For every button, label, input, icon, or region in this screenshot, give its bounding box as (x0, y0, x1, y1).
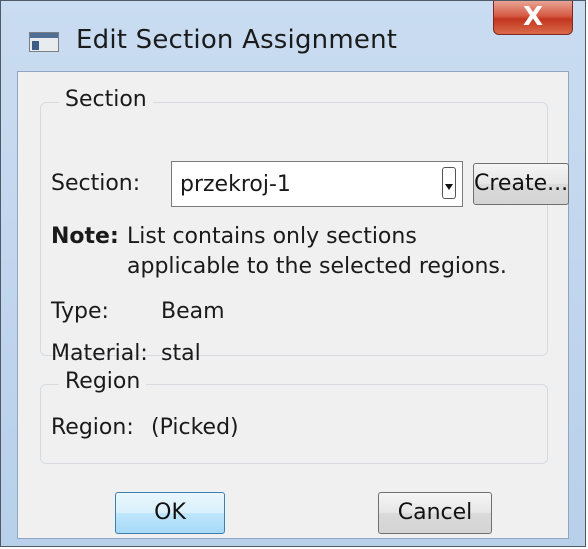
type-value: Beam (161, 299, 225, 324)
section-label: Section: (51, 171, 141, 196)
dropdown-arrow-icon[interactable] (442, 167, 456, 199)
cancel-button[interactable]: Cancel (378, 492, 492, 534)
note-label: Note: (51, 224, 119, 249)
dialog-window: Edit Section Assignment X Section Sectio… (0, 0, 586, 547)
section-combo[interactable]: przekroj-1 (171, 161, 463, 207)
type-label: Type: (51, 299, 109, 324)
note-line-2: applicable to the selected regions. (127, 254, 507, 279)
close-button[interactable]: X (493, 1, 573, 35)
section-group-label: Section (59, 87, 153, 112)
title-bar[interactable]: Edit Section Assignment X (1, 1, 585, 71)
create-button[interactable]: Create... (473, 163, 569, 205)
region-group: Region Region: (Picked) (40, 369, 548, 464)
region-value: (Picked) (151, 415, 239, 440)
close-icon: X (522, 2, 544, 32)
material-value: stal (161, 341, 201, 366)
region-label: Region: (51, 415, 134, 440)
dialog-body: Section Section: przekroj-1 Create... No… (17, 71, 569, 539)
note-line-1: List contains only sections (127, 224, 417, 249)
app-icon (29, 32, 59, 52)
section-combo-value: przekroj-1 (180, 172, 291, 197)
dialog-title: Edit Section Assignment (76, 25, 398, 55)
section-group: Section Section: przekroj-1 Create... No… (40, 87, 569, 366)
material-label: Material: (51, 341, 148, 366)
region-group-label: Region (59, 369, 147, 394)
ok-button[interactable]: OK (115, 492, 225, 534)
